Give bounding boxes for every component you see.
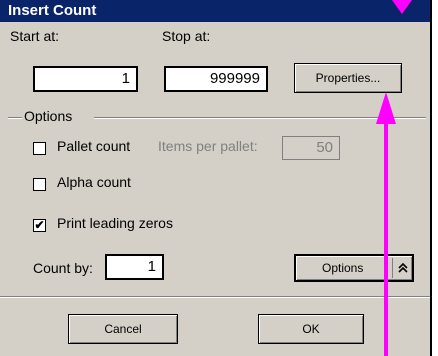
check-mark-icon: ✔	[34, 218, 45, 232]
alpha-count-checkbox[interactable]	[33, 178, 46, 191]
start-at-field[interactable]: 1	[33, 66, 138, 92]
count-by-label: Count by:	[33, 260, 93, 276]
window-title: Insert Count	[8, 2, 97, 19]
annotation-arrow-up-icon	[376, 92, 396, 124]
stop-at-field[interactable]: 999999	[164, 66, 268, 92]
cancel-button[interactable]: Cancel	[68, 314, 178, 344]
insert-count-dialog: Insert Count Start at: 1 Stop at: 999999…	[0, 0, 432, 356]
options-group-label: Options	[24, 108, 73, 124]
pallet-count-checkbox[interactable]	[33, 142, 46, 155]
print-leading-zeros-checkbox[interactable]: ✔	[33, 219, 46, 232]
annotation-arrow-stem	[384, 122, 388, 356]
count-by-field[interactable]: 1	[105, 254, 164, 280]
stop-at-label: Stop at:	[162, 28, 211, 44]
footer-divider	[0, 296, 430, 298]
ok-button[interactable]: OK	[258, 314, 364, 344]
options-toggle-button[interactable]: Options	[294, 254, 414, 282]
options-button-separator	[392, 258, 393, 278]
options-button-label: Options	[322, 261, 364, 275]
annotation-arrow-down-icon	[392, 0, 412, 14]
options-divider-left	[8, 117, 22, 119]
title-bar: Insert Count	[0, 0, 430, 22]
start-at-label: Start at:	[10, 28, 60, 44]
print-leading-zeros-label: Print leading zeros	[57, 215, 173, 231]
items-per-pallet-label: Items per pallet:	[158, 138, 258, 154]
alpha-count-label: Alpha count	[57, 174, 131, 190]
double-chevron-up-icon	[398, 262, 408, 273]
pallet-count-label: Pallet count	[57, 138, 131, 154]
properties-button[interactable]: Properties...	[294, 63, 402, 93]
items-per-pallet-field[interactable]: 50	[282, 136, 340, 160]
